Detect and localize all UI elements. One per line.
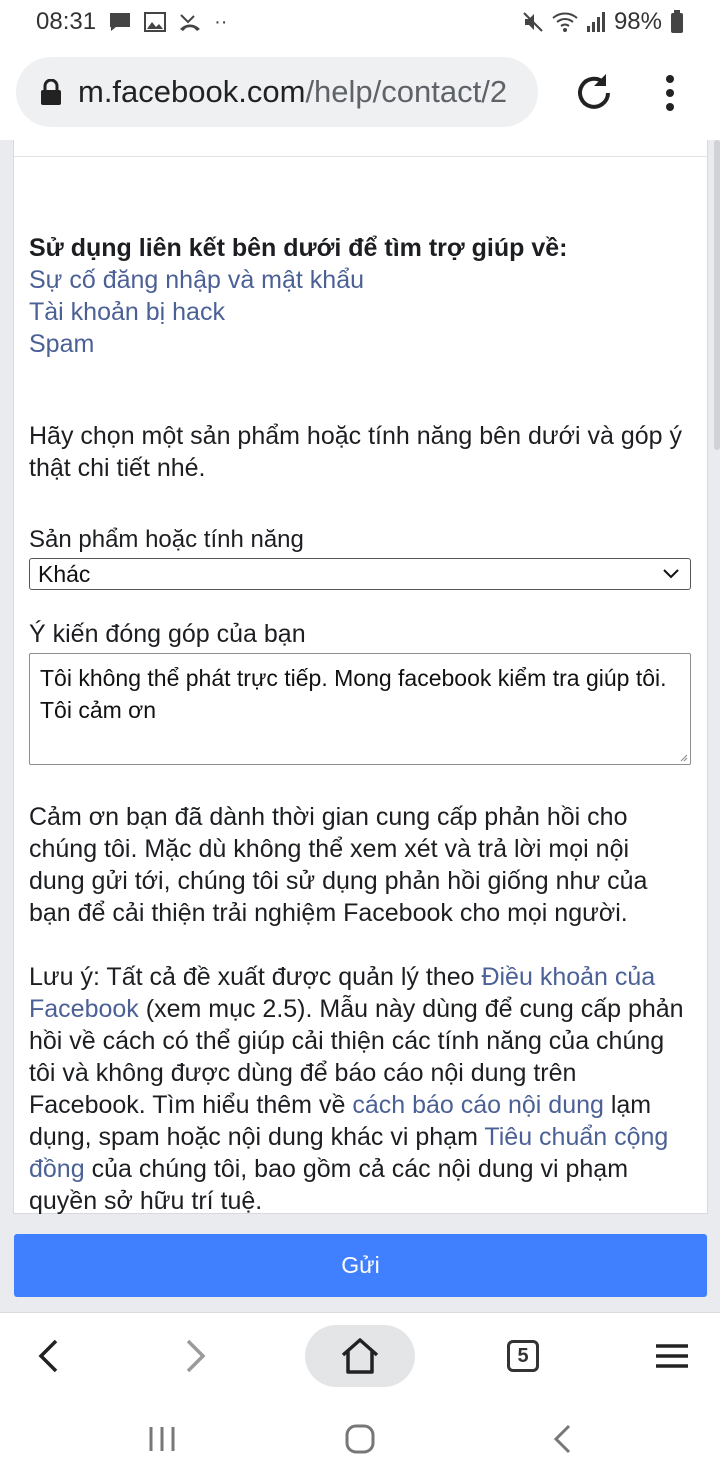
feedback-textarea[interactable]: Tôi không thể phát trực tiếp. Mong faceb… <box>29 653 691 765</box>
forward-button[interactable] <box>168 1313 224 1399</box>
wifi-icon <box>552 12 578 32</box>
scrollbar[interactable] <box>714 140 720 450</box>
status-bar: 08:31 ·· 98% <box>0 0 720 44</box>
lock-icon <box>41 79 61 105</box>
missed-call-icon <box>180 14 201 31</box>
feedback-label: Ý kiến đóng góp của bạn <box>29 620 306 648</box>
help-link-login[interactable]: Sự cố đăng nhập và mật khẩu <box>29 264 691 296</box>
page-content: Sử dụng liên kết bên dưới để tìm trợ giú… <box>0 140 720 1312</box>
report-content-link[interactable]: cách báo cáo nội dung <box>352 1091 604 1119</box>
product-label: Sản phẩm hoặc tính năng <box>29 526 304 553</box>
chevron-right-icon <box>186 1339 206 1373</box>
chevron-down-icon <box>663 569 679 579</box>
submit-button[interactable]: Gửi <box>14 1234 707 1297</box>
note-text-1: Lưu ý: Tất cả đề xuất được quản lý theo <box>29 963 482 991</box>
recent-apps-button[interactable] <box>140 1398 184 1480</box>
battery-icon <box>671 10 683 33</box>
divider <box>14 156 707 157</box>
help-heading: Sử dụng liên kết bên dưới để tìm trợ giú… <box>29 234 568 262</box>
system-back-button[interactable] <box>540 1398 584 1480</box>
mute-icon <box>523 12 543 32</box>
system-nav-bar <box>0 1398 720 1480</box>
browser-bottom-nav: 5 <box>0 1312 720 1398</box>
contact-form-card: Sử dụng liên kết bên dưới để tìm trợ giú… <box>13 140 708 1217</box>
home-icon <box>341 1338 379 1374</box>
tab-count: 5 <box>507 1340 539 1372</box>
back-arrow-icon <box>553 1424 571 1454</box>
product-select[interactable]: Khác <box>29 558 691 590</box>
help-link-spam[interactable]: Spam <box>29 328 691 360</box>
resize-handle-icon[interactable] <box>680 754 688 762</box>
note-paragraph: Lưu ý: Tất cả đề xuất được quản lý theo … <box>29 961 691 1217</box>
help-link-hacked[interactable]: Tài khoản bị hack <box>29 296 691 328</box>
image-icon <box>144 12 167 32</box>
home-button[interactable] <box>305 1325 415 1387</box>
address-bar[interactable]: m.facebook.com/help/contact/2 <box>16 57 538 127</box>
menu-more-icon[interactable] <box>650 71 690 115</box>
chevron-left-icon <box>38 1339 58 1373</box>
hamburger-icon <box>656 1344 688 1368</box>
recent-apps-icon <box>149 1427 175 1451</box>
url-domain: m.facebook.com <box>78 74 306 109</box>
feedback-value: Tôi không thể phát trực tiếp. Mong faceb… <box>40 665 667 723</box>
url-path: /help/contact/2 <box>305 74 508 109</box>
status-time: 08:31 <box>36 8 97 35</box>
url-text: m.facebook.com/help/contact/2 <box>78 74 507 110</box>
intro-text: Hãy chọn một sản phẩm hoặc tính năng bên… <box>29 422 682 482</box>
status-more: ·· <box>214 10 228 33</box>
system-home-button[interactable] <box>338 1398 382 1480</box>
battery-percent: 98% <box>613 8 662 35</box>
home-outline-icon <box>345 1424 375 1454</box>
message-icon <box>110 13 131 31</box>
product-selected-value: Khác <box>38 561 91 587</box>
thanks-text: Cảm ơn bạn đã dành thời gian cung cấp ph… <box>29 803 648 927</box>
note-text-4: của chúng tôi, bao gồm cả các nội dung v… <box>29 1155 629 1215</box>
signal-icon <box>586 12 605 32</box>
tabs-button[interactable]: 5 <box>500 1313 546 1399</box>
browser-menu-button[interactable] <box>648 1313 696 1399</box>
form-content: Sử dụng liên kết bên dưới để tìm trợ giú… <box>29 232 691 1217</box>
back-button[interactable] <box>20 1313 76 1399</box>
browser-toolbar: m.facebook.com/help/contact/2 <box>0 44 720 140</box>
reload-icon[interactable] <box>572 71 616 115</box>
